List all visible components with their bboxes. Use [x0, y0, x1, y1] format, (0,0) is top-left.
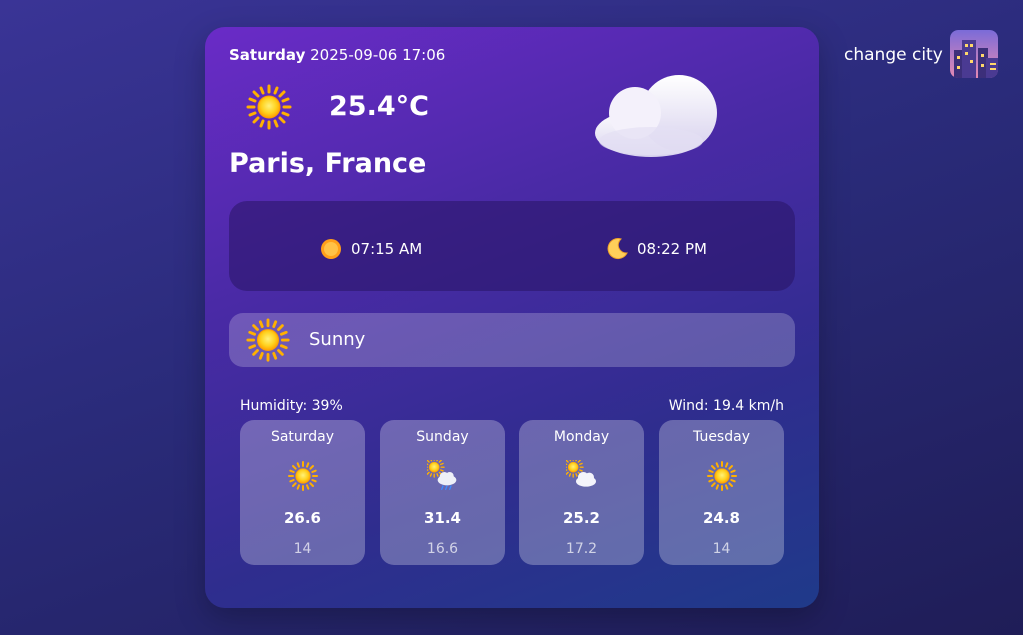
forecast-low: 14 — [293, 541, 312, 557]
forecast-card: Tuesday 24.8 14 — [659, 420, 784, 565]
forecast-day: Sunday — [416, 429, 469, 445]
current-temperature: 25.4°C — [329, 91, 429, 122]
forecast-day: Monday — [553, 429, 610, 445]
forecast-day: Tuesday — [693, 429, 750, 445]
sun-icon — [245, 317, 291, 363]
change-city-link[interactable]: change city — [844, 45, 943, 65]
location-name: Paris, France — [229, 148, 427, 179]
condition-bar: Sunny — [229, 313, 795, 367]
forecast-card: Monday 25.2 17.2 — [519, 420, 644, 565]
city-icon[interactable] — [950, 30, 998, 78]
day-name: Saturday — [229, 46, 306, 64]
sun-times-panel: 07:15 AM 08:22 PM — [229, 201, 795, 291]
date-display: Saturday 2025-09-06 17:06 — [229, 46, 445, 64]
cloud-icon — [595, 75, 717, 157]
sun-icon — [245, 83, 293, 131]
forecast-high: 25.2 — [562, 509, 600, 527]
forecast-high: 24.8 — [702, 509, 740, 527]
forecast-day: Saturday — [270, 429, 335, 445]
forecast-card: Saturday 26.6 14 — [240, 420, 365, 565]
sunrise-time: 07:15 AM — [351, 240, 423, 258]
wind: Wind: 19.4 km/h — [668, 398, 784, 414]
sunrise-icon — [321, 239, 341, 259]
sun-icon — [706, 460, 738, 492]
forecast-low: 17.2 — [565, 541, 598, 557]
sunset: 08:22 PM — [605, 237, 707, 261]
forecast-low: 14 — [712, 541, 731, 557]
weather-card: Saturday 2025-09-06 17:06 25.4°C Paris, … — [205, 27, 819, 608]
moon-icon — [607, 238, 628, 260]
forecast-card: Sunday 31.4 16.6 — [380, 420, 505, 565]
condition-label: Sunny — [309, 329, 366, 350]
forecast-high: 31.4 — [423, 509, 461, 527]
forecast-low: 16.6 — [426, 541, 459, 557]
datetime: 2025-09-06 17:06 — [310, 46, 446, 64]
humidity: Humidity: 39% — [240, 398, 343, 414]
sun-cloud-icon — [566, 460, 596, 487]
forecast-high: 26.6 — [283, 509, 321, 527]
sun-cloud-rain-icon — [427, 460, 456, 490]
sunrise: 07:15 AM — [319, 237, 422, 261]
sunset-time: 08:22 PM — [637, 240, 707, 258]
sun-icon — [287, 460, 319, 492]
